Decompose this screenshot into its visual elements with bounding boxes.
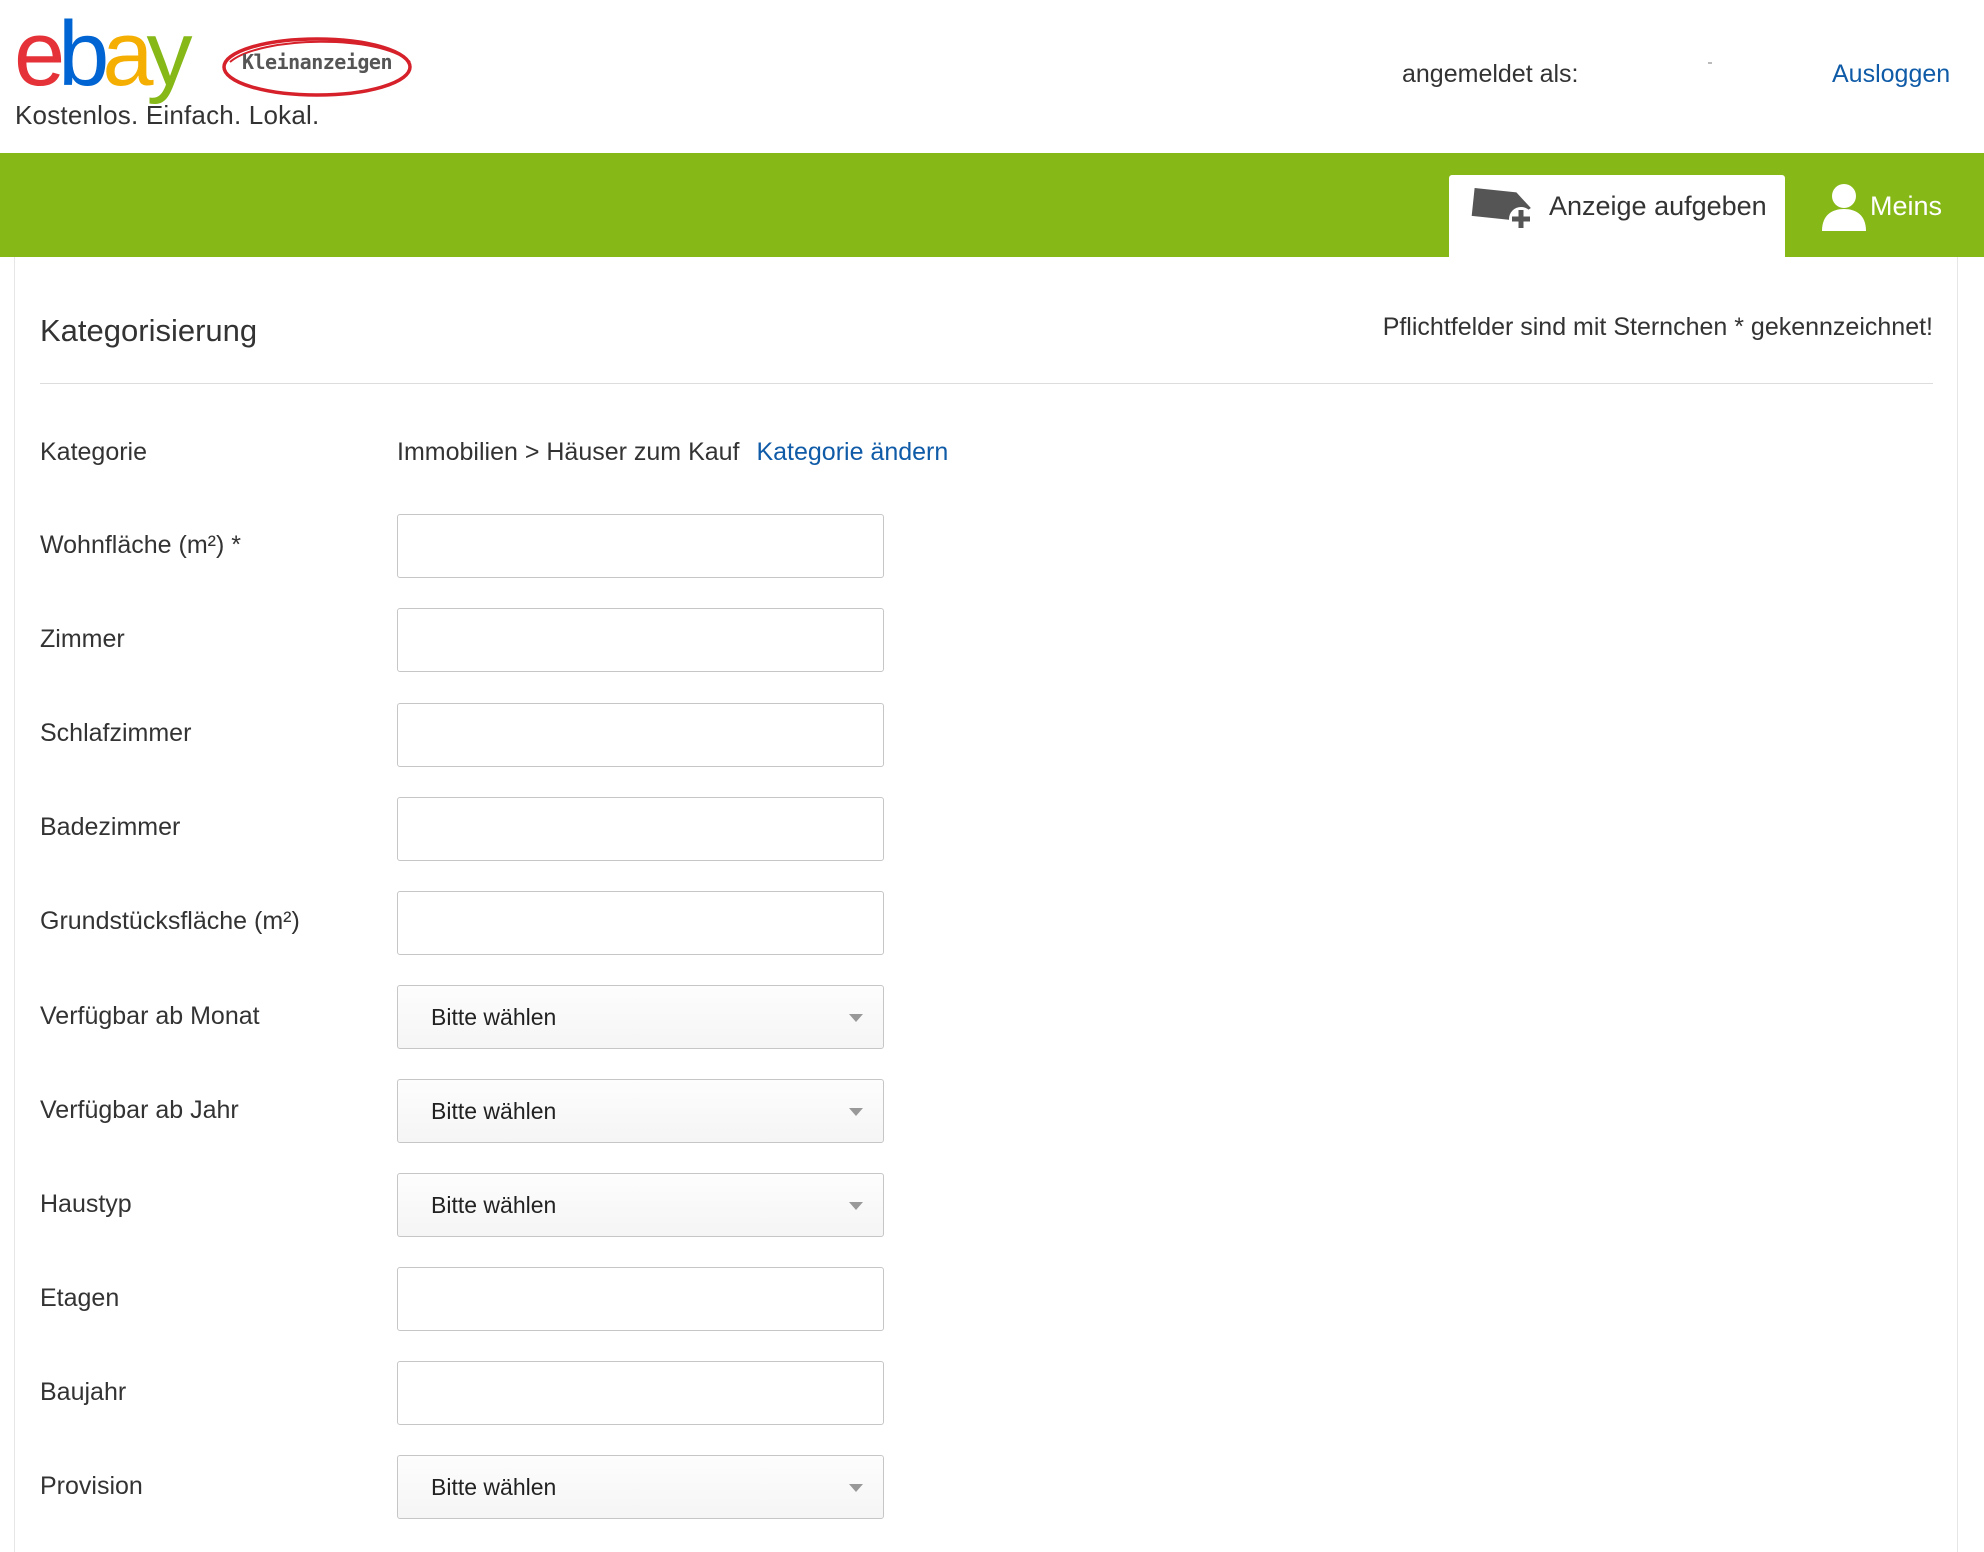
username-placeholder [1708,62,1712,64]
commission-label: Provision [40,1472,143,1500]
categorization-panel: Kategorisierung Pflichtfelder sind mit S… [14,257,1958,1552]
available-month-select[interactable]: Bitte wählen [397,985,884,1049]
chevron-down-icon [849,1014,863,1022]
section-title: Kategorisierung [40,313,258,348]
chevron-down-icon [849,1202,863,1210]
category-path: Immobilien > Häuser zum Kauf Kategorie ä… [397,438,948,467]
floors-label: Etagen [40,1284,120,1312]
house-type-select[interactable]: Bitte wählen [397,1173,884,1237]
rooms-label: Zimmer [40,625,125,653]
bathrooms-input[interactable] [397,797,884,861]
house-type-label: Haustyp [40,1190,132,1218]
available-year-select[interactable]: Bitte wählen [397,1079,884,1143]
plot-area-label: Grundstücksfläche (m²) [40,907,300,935]
floors-input[interactable] [397,1267,884,1331]
mandatory-fields-note: Pflichtfelder sind mit Sternchen * geken… [1382,313,1933,341]
house-type-value: Bitte wählen [431,1192,557,1218]
section-divider [40,383,1933,384]
site-header: ebay Kleinanzeigen Kostenlos. Einfach. L… [0,0,1984,153]
bathrooms-label: Badezimmer [40,813,181,841]
construction-year-input[interactable] [397,1361,884,1425]
available-year-value: Bitte wählen [431,1098,557,1124]
category-path-text: Immobilien > Häuser zum Kauf [397,438,740,466]
plot-area-input[interactable] [397,891,884,955]
logged-in-label: angemeldet als: [1402,60,1579,88]
chevron-down-icon [849,1108,863,1116]
meins-label: Meins [1870,191,1943,221]
category-label: Kategorie [40,438,148,466]
ebay-kleinanzeigen-logo[interactable]: ebay Kleinanzeigen [14,3,434,105]
available-month-value: Bitte wählen [431,1004,557,1030]
tagline: Kostenlos. Einfach. Lokal. [15,100,320,130]
bedrooms-input[interactable] [397,703,884,767]
available-year-label: Verfügbar ab Jahr [40,1096,239,1124]
main-nav-bar: Anzeige aufgeben Meins [0,153,1984,257]
meins-button[interactable]: Meins [1816,175,1984,257]
logo-badge-text: Kleinanzeigen [241,50,393,74]
change-category-link[interactable]: Kategorie ändern [756,438,948,466]
ebay-wordmark: ebay [14,3,193,105]
post-ad-tag-icon [1471,188,1533,231]
living-area-input[interactable] [397,514,884,578]
user-icon [1822,184,1866,231]
post-ad-button[interactable]: Anzeige aufgeben [1449,175,1785,257]
construction-year-label: Baujahr [40,1378,127,1406]
commission-value: Bitte wählen [431,1474,557,1500]
rooms-input[interactable] [397,608,884,672]
available-month-label: Verfügbar ab Monat [40,1002,260,1030]
living-area-label: Wohnfläche (m²) * [40,531,241,559]
chevron-down-icon [849,1484,863,1492]
commission-select[interactable]: Bitte wählen [397,1455,884,1519]
post-ad-label: Anzeige aufgeben [1549,191,1767,221]
bedrooms-label: Schlafzimmer [40,719,192,747]
logout-link[interactable]: Ausloggen [1832,60,1950,89]
